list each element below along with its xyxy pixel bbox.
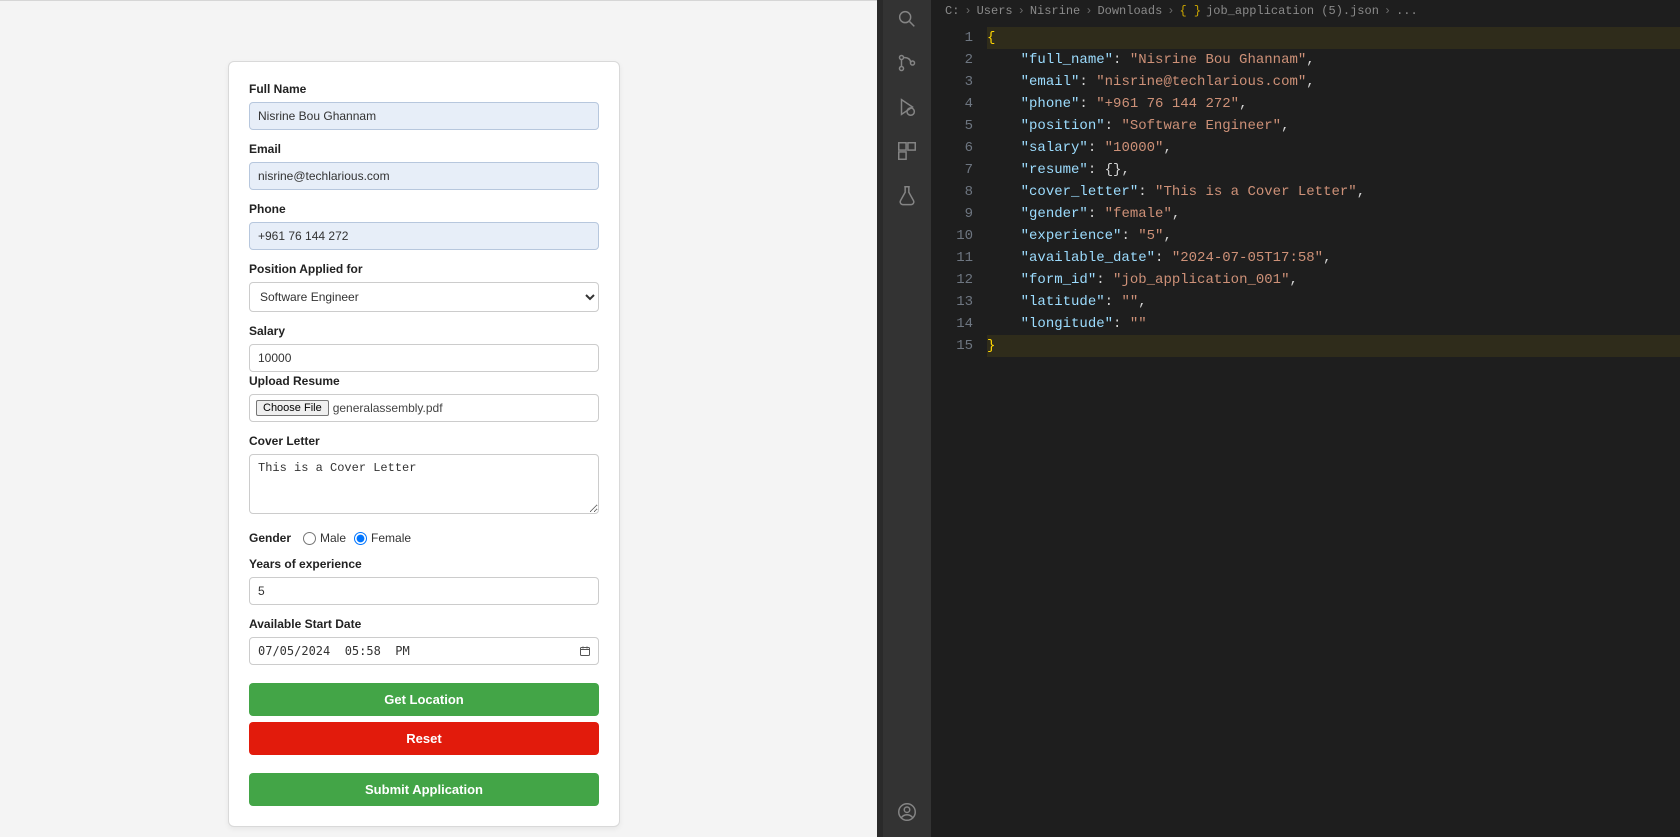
label-years-exp: Years of experience xyxy=(249,557,599,571)
breadcrumb-seg[interactable]: job_application (5).json xyxy=(1206,4,1379,18)
job-application-form: Full Name Email Phone Position Applied f… xyxy=(228,61,620,827)
breadcrumb-seg[interactable]: Downloads xyxy=(1097,4,1162,18)
submit-application-button[interactable]: Submit Application xyxy=(249,773,599,806)
cover-letter-textarea[interactable] xyxy=(249,454,599,514)
label-cover-letter: Cover Letter xyxy=(249,434,599,448)
full-name-input[interactable] xyxy=(249,102,599,130)
calendar-icon[interactable] xyxy=(579,645,591,657)
line-number-gutter: 123456789101112131415 xyxy=(931,22,987,837)
label-position: Position Applied for xyxy=(249,262,599,276)
run-debug-icon[interactable] xyxy=(896,96,918,118)
browser-pane: Full Name Email Phone Position Applied f… xyxy=(0,0,877,837)
label-gender: Gender xyxy=(249,531,291,545)
years-exp-input[interactable] xyxy=(249,577,599,605)
activity-bar xyxy=(883,0,931,837)
salary-input[interactable] xyxy=(249,344,599,372)
resume-file-input[interactable]: Choose File generalassembly.pdf xyxy=(249,394,599,422)
breadcrumb-seg[interactable]: Users xyxy=(977,4,1013,18)
gender-female-radio[interactable] xyxy=(354,532,367,545)
extensions-icon[interactable] xyxy=(896,140,918,162)
reset-button[interactable]: Reset xyxy=(249,722,599,755)
label-phone: Phone xyxy=(249,202,599,216)
choose-file-button[interactable]: Choose File xyxy=(256,400,329,416)
testing-icon[interactable] xyxy=(896,184,918,206)
search-icon[interactable] xyxy=(896,8,918,30)
label-upload-resume: Upload Resume xyxy=(249,374,599,388)
position-select[interactable]: Software Engineer xyxy=(249,282,599,312)
gender-male-radio[interactable] xyxy=(303,532,316,545)
source-control-icon[interactable] xyxy=(896,52,918,74)
breadcrumb[interactable]: C:› Users› Nisrine› Downloads› { } job_a… xyxy=(931,0,1680,22)
breadcrumb-seg[interactable]: ... xyxy=(1396,4,1418,18)
available-date-input[interactable] xyxy=(249,637,599,665)
account-icon[interactable] xyxy=(896,801,918,823)
breadcrumb-seg[interactable]: Nisrine xyxy=(1030,4,1080,18)
json-braces-icon: { } xyxy=(1179,4,1201,18)
email-input[interactable] xyxy=(249,162,599,190)
vscode-pane: C:› Users› Nisrine› Downloads› { } job_a… xyxy=(883,0,1680,837)
breadcrumb-seg[interactable]: C: xyxy=(945,4,959,18)
label-avail-date: Available Start Date xyxy=(249,617,599,631)
label-male: Male xyxy=(320,531,346,545)
label-salary: Salary xyxy=(249,324,599,338)
label-female: Female xyxy=(371,531,411,545)
get-location-button[interactable]: Get Location xyxy=(249,683,599,716)
label-email: Email xyxy=(249,142,599,156)
resume-filename: generalassembly.pdf xyxy=(333,401,443,415)
label-full-name: Full Name xyxy=(249,82,599,96)
code-editor[interactable]: { "full_name": "Nisrine Bou Ghannam", "e… xyxy=(987,22,1680,837)
top-divider xyxy=(0,0,877,1)
phone-input[interactable] xyxy=(249,222,599,250)
